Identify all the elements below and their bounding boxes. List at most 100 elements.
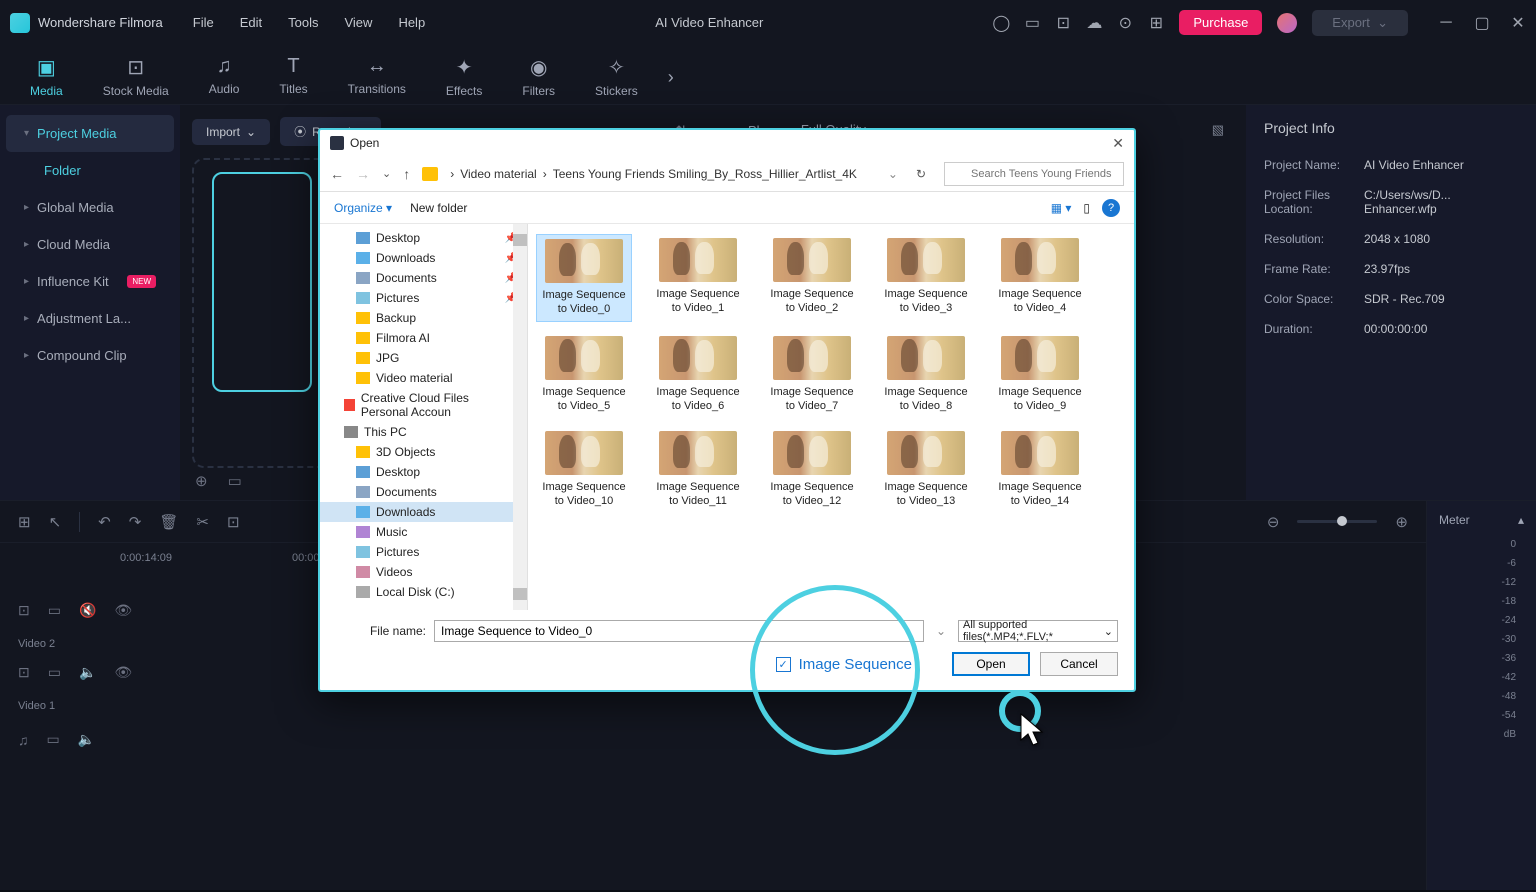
menu-view[interactable]: View [344, 15, 372, 30]
add-folder-icon[interactable]: ⊕ [195, 472, 208, 490]
cloud-icon[interactable]: ☁ [1086, 15, 1102, 31]
open-button[interactable]: Open [952, 652, 1030, 676]
file-item[interactable]: Image Sequence to Video_6 [650, 332, 746, 418]
file-item[interactable]: Image Sequence to Video_9 [992, 332, 1088, 418]
close-icon[interactable]: ✕ [1510, 15, 1526, 31]
chevron-right-icon[interactable]: › [668, 67, 674, 88]
file-item[interactable]: Image Sequence to Video_10 [536, 427, 632, 513]
tab-stickers[interactable]: ✧Stickers [585, 50, 648, 104]
tree-item[interactable]: Video material [320, 368, 527, 388]
help-icon[interactable]: ? [1102, 199, 1120, 217]
search-input[interactable] [944, 162, 1124, 186]
nav-back-icon[interactable]: ← [330, 166, 344, 182]
folder-icon[interactable]: ▭ [228, 472, 242, 490]
import-button[interactable]: Import ⌄ [192, 119, 270, 145]
cut-icon[interactable]: ✂ [196, 513, 209, 531]
new-folder-button[interactable]: New folder [410, 201, 467, 215]
purchase-button[interactable]: Purchase [1179, 10, 1262, 35]
image-sequence-checkbox-row[interactable]: ✓ Image Sequence [776, 656, 912, 673]
sidebar-item-project-media[interactable]: ▾Project Media [6, 115, 174, 152]
refresh-icon[interactable]: ↻ [916, 167, 926, 181]
breadcrumb[interactable]: › Video material › Teens Young Friends S… [450, 167, 876, 181]
display-icon[interactable]: ▭ [1024, 15, 1040, 31]
tree-item[interactable]: Desktop📌 [320, 228, 527, 248]
tree-item[interactable]: Pictures📌 [320, 288, 527, 308]
file-item[interactable]: Image Sequence to Video_11 [650, 427, 746, 513]
tree-item[interactable]: Documents📌 [320, 268, 527, 288]
tree-item[interactable]: Videos [320, 562, 527, 582]
grid-icon[interactable]: ⊞ [18, 513, 31, 531]
preview-pane-icon[interactable]: ▯ [1083, 201, 1090, 215]
file-item[interactable]: Image Sequence to Video_5 [536, 332, 632, 418]
nav-up-icon[interactable]: ↑ [403, 166, 410, 182]
file-item[interactable]: Image Sequence to Video_13 [878, 427, 974, 513]
file-item[interactable]: Image Sequence to Video_3 [878, 234, 974, 322]
nav-forward-icon[interactable]: → [356, 166, 370, 182]
snapshot-icon[interactable]: ▧ [1212, 122, 1224, 138]
headphones-icon[interactable]: ⊙ [1117, 15, 1133, 31]
file-item[interactable]: Image Sequence to Video_7 [764, 332, 860, 418]
file-filter-dropdown[interactable]: All supported files(*.MP4;*.FLV;*⌄ [958, 620, 1118, 642]
avatar-icon[interactable] [1277, 13, 1297, 33]
sidebar-item-global-media[interactable]: ▸Global Media [6, 189, 174, 226]
breadcrumb-dropdown-icon[interactable]: ⌄ [888, 167, 898, 181]
meter-expand-icon[interactable]: ▴ [1518, 513, 1524, 527]
menu-file[interactable]: File [193, 15, 214, 30]
tree-item[interactable]: Pictures [320, 542, 527, 562]
file-item[interactable]: Image Sequence to Video_0 [536, 234, 632, 322]
undo-icon[interactable]: ↶ [98, 513, 111, 531]
tab-filters[interactable]: ◉Filters [512, 50, 565, 104]
tree-item[interactable]: JPG [320, 348, 527, 368]
zoom-slider[interactable] [1297, 520, 1377, 523]
tree-item[interactable]: This PC [320, 422, 527, 442]
file-item[interactable]: Image Sequence to Video_12 [764, 427, 860, 513]
file-item[interactable]: Image Sequence to Video_2 [764, 234, 860, 322]
zoom-out-icon[interactable]: ⊖ [1267, 513, 1280, 531]
checkbox-icon[interactable]: ✓ [776, 657, 791, 672]
sidebar-item-compound-clip[interactable]: ▸Compound Clip [6, 337, 174, 374]
dialog-close-icon[interactable]: ✕ [1112, 135, 1124, 152]
tab-audio[interactable]: ♫Audio [199, 50, 250, 104]
tab-media[interactable]: ▣Media [20, 50, 73, 104]
nav-recent-icon[interactable]: ⌄ [382, 167, 391, 180]
file-item[interactable]: Image Sequence to Video_8 [878, 332, 974, 418]
tree-item[interactable]: Music [320, 522, 527, 542]
tree-item[interactable]: 3D Objects [320, 442, 527, 462]
menu-edit[interactable]: Edit [240, 15, 262, 30]
select-icon[interactable]: ↖ [49, 513, 62, 531]
sidebar-item-adjustment-layer[interactable]: ▸Adjustment La... [6, 300, 174, 337]
sidebar-item-influence-kit[interactable]: ▸Influence KitNEW [6, 263, 174, 300]
tab-transitions[interactable]: ↔Transitions [338, 50, 416, 104]
zoom-in-icon[interactable]: ⊕ [1395, 513, 1408, 531]
export-button[interactable]: Export ⌄ [1312, 10, 1408, 36]
crop-icon[interactable]: ⊡ [227, 513, 240, 531]
sidebar-item-cloud-media[interactable]: ▸Cloud Media [6, 226, 174, 263]
track-row[interactable]: ♫▭🔈 [0, 712, 1426, 767]
filename-input[interactable] [434, 620, 924, 642]
maximize-icon[interactable]: ▢ [1474, 15, 1490, 31]
save-icon[interactable]: ⊡ [1055, 15, 1071, 31]
tab-titles[interactable]: TTitles [269, 50, 317, 104]
delete-icon[interactable]: 🗑 [159, 513, 178, 531]
tree-item[interactable]: Downloads📌 [320, 248, 527, 268]
organize-button[interactable]: Organize ▾ [334, 201, 392, 215]
tree-item[interactable]: Filmora AI [320, 328, 527, 348]
sidebar-item-folder[interactable]: Folder [6, 152, 174, 189]
redo-icon[interactable]: ↷ [129, 513, 142, 531]
tree-item[interactable]: Local Disk (C:) [320, 582, 527, 602]
tree-item[interactable]: Creative Cloud Files Personal Accoun [320, 388, 527, 422]
file-item[interactable]: Image Sequence to Video_14 [992, 427, 1088, 513]
tree-item[interactable]: Desktop [320, 462, 527, 482]
file-item[interactable]: Image Sequence to Video_1 [650, 234, 746, 322]
tree-item[interactable]: Backup [320, 308, 527, 328]
tab-effects[interactable]: ✦Effects [436, 50, 492, 104]
file-item[interactable]: Image Sequence to Video_4 [992, 234, 1088, 322]
apps-icon[interactable]: ⊞ [1148, 15, 1164, 31]
view-mode-icon[interactable]: ▦ ▾ [1051, 201, 1072, 215]
record-icon[interactable]: ◯ [993, 15, 1009, 31]
minimize-icon[interactable]: ─ [1438, 15, 1454, 31]
tree-item[interactable]: Documents [320, 482, 527, 502]
menu-help[interactable]: Help [398, 15, 425, 30]
menu-tools[interactable]: Tools [288, 15, 318, 30]
filename-dropdown-icon[interactable]: ⌄ [936, 624, 946, 638]
